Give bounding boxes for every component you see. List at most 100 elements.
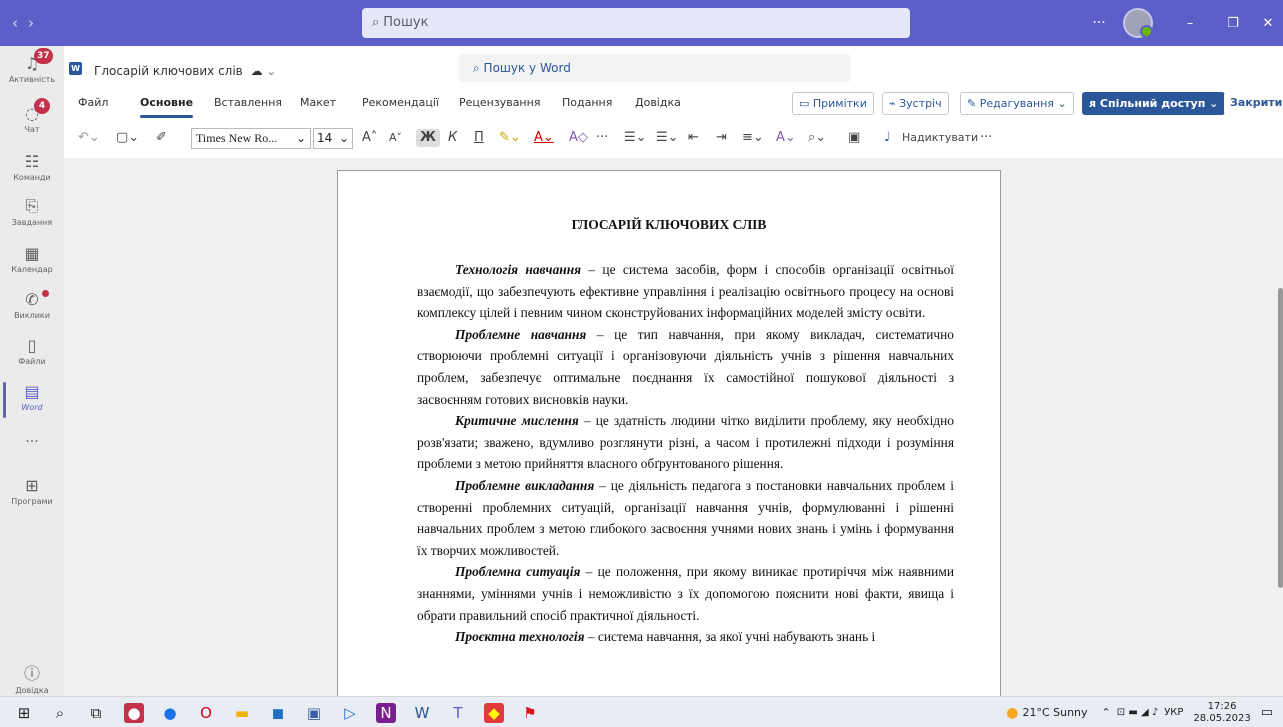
clock-time: 17:26: [1207, 700, 1237, 712]
sidebar-item-help[interactable]: ⓘ Довідка: [0, 660, 64, 695]
shrink-font-icon[interactable]: A˅: [389, 129, 402, 147]
share-button[interactable]: ᴙ Спільний доступ ⌄: [1082, 92, 1226, 115]
tab-review[interactable]: Рецензування: [459, 96, 540, 109]
entry-term: Критичне мислення: [455, 413, 579, 429]
entry-term: Проблемна ситуація: [455, 564, 581, 580]
notifications-icon[interactable]: ▭: [1261, 705, 1273, 720]
document-title[interactable]: Глосарій ключових слів ☁ ⌄: [94, 64, 276, 78]
search-icon[interactable]: ⌕: [50, 703, 70, 723]
meeting-button[interactable]: ⌁ Зустріч: [882, 92, 949, 115]
font-size-select[interactable]: 14 ⌄: [313, 128, 353, 149]
teams-icon[interactable]: T: [448, 703, 468, 723]
minimize-button[interactable]: –: [1167, 16, 1213, 31]
sidebar-item-calls[interactable]: ✆ Виклики: [0, 290, 64, 320]
explorer-icon[interactable]: ▬: [232, 703, 252, 723]
start-icon[interactable]: ⊞: [14, 703, 34, 723]
maximize-button[interactable]: ❐: [1213, 16, 1253, 31]
size-value: 14: [317, 131, 333, 145]
designer-icon[interactable]: ▣: [848, 129, 860, 147]
sidebar-item-activity[interactable]: ♫ 37 Активність: [0, 48, 64, 84]
chevron-up-icon[interactable]: ⌃: [1102, 706, 1111, 719]
underline-icon[interactable]: П: [474, 129, 484, 147]
edge-icon[interactable]: ●: [160, 703, 180, 723]
play-icon[interactable]: ▷: [340, 703, 360, 723]
page-body: Технологія навчання – це система засобів…: [417, 259, 954, 648]
onenote-icon[interactable]: N: [376, 703, 396, 723]
undo-icon[interactable]: ↶⌄: [78, 129, 100, 147]
editing-button[interactable]: ✎ Редагування ⌄: [960, 92, 1074, 115]
chat-icon: ◌: [25, 104, 39, 123]
paste-icon[interactable]: ▢⌄: [116, 129, 139, 147]
clock[interactable]: 17:26 28.05.2023: [1193, 701, 1250, 725]
tab-layout[interactable]: Макет: [300, 96, 336, 109]
sidebar-item-files[interactable]: ▯ Файли: [0, 336, 64, 366]
tab-recommendations[interactable]: Рекомендації: [362, 96, 439, 109]
sidebar-item-tasks[interactable]: ⎘ Завдання: [0, 196, 64, 227]
avatar[interactable]: [1123, 8, 1153, 38]
tab-home[interactable]: Основне: [140, 96, 194, 118]
font-color-icon[interactable]: A⌄: [534, 129, 554, 147]
sidebar-item-teams[interactable]: ☷ Команди: [0, 152, 64, 182]
bold-button[interactable]: Ж: [416, 129, 440, 147]
sidebar-item-label: Word: [21, 403, 43, 412]
sidebar-item-label: Календар: [11, 265, 53, 274]
close-doc-button[interactable]: Закрити: [1224, 92, 1283, 115]
font-family-select[interactable]: Times New Ro... ⌄: [191, 128, 311, 149]
sidebar-more[interactable]: ···: [0, 434, 64, 450]
tray-icons[interactable]: ⊡ ▬ ◢ ♪: [1117, 707, 1158, 718]
language-indicator[interactable]: УКР: [1164, 707, 1183, 718]
highlight-icon[interactable]: ✎⌄: [499, 129, 521, 147]
global-search-input[interactable]: ⌕ Пошук: [362, 8, 910, 38]
phone-icon: ✆: [25, 290, 39, 309]
microphone-icon[interactable]: ♩: [884, 129, 890, 147]
indent-icon[interactable]: ⇥: [716, 129, 727, 147]
more-icon: ···: [25, 434, 39, 450]
comments-button[interactable]: ▭ Примітки: [792, 92, 874, 115]
more-options-icon[interactable]: ···: [980, 129, 992, 147]
help-icon: ⓘ: [23, 664, 40, 683]
app-icon[interactable]: ●: [124, 703, 144, 723]
word-icon[interactable]: W: [412, 703, 432, 723]
calendar-icon: ▦: [24, 244, 40, 263]
outdent-icon[interactable]: ⇤: [688, 129, 699, 147]
tab-help[interactable]: Довідка: [635, 96, 681, 109]
more-options-icon[interactable]: ···: [1089, 15, 1109, 31]
tab-file[interactable]: Файл: [78, 96, 108, 109]
more-font-icon[interactable]: ···: [596, 129, 608, 147]
sidebar-item-word[interactable]: ▤ Word: [0, 382, 64, 418]
app-sidebar: ♫ 37 Активність ◌ 4 Чат ☷ Команди ⎘ Завд…: [0, 46, 64, 696]
italic-button[interactable]: К: [448, 129, 457, 147]
document-page[interactable]: ГЛОСАРІЙ КЛЮЧОВИХ СЛІВ Технологія навчан…: [337, 170, 1001, 696]
apps-icon: ⊞: [25, 476, 39, 495]
sidebar-item-calendar[interactable]: ▦ Календар: [0, 244, 64, 274]
app2-icon[interactable]: ◆: [484, 703, 504, 723]
store-icon[interactable]: ◼: [268, 703, 288, 723]
back-icon[interactable]: ‹: [12, 14, 28, 32]
sidebar-item-apps[interactable]: ⊞ Програми: [0, 476, 64, 506]
grow-font-icon[interactable]: A˄: [362, 129, 377, 147]
find-icon[interactable]: ⌕⌄: [808, 129, 826, 147]
word-search-input[interactable]: ⌕ Пошук у Word: [459, 54, 851, 82]
format-painter-icon[interactable]: ✐: [156, 129, 167, 147]
numbering-icon[interactable]: ☰⌄: [656, 129, 679, 147]
teams-icon: ☷: [24, 152, 40, 171]
chevron-down-icon: ⌄: [266, 64, 277, 78]
forward-icon[interactable]: ›: [28, 14, 44, 32]
sidebar-item-label: Чат: [24, 125, 40, 134]
styles-icon[interactable]: A⌄: [776, 129, 796, 147]
sidebar-item-chat[interactable]: ◌ 4 Чат: [0, 98, 64, 134]
pdf-icon[interactable]: ⚑: [520, 703, 540, 723]
save-icon[interactable]: ▣: [304, 703, 324, 723]
sidebar-item-label: Виклики: [14, 311, 50, 320]
clear-format-icon[interactable]: A◇: [569, 129, 588, 147]
task-view-icon[interactable]: ⧉: [86, 703, 106, 723]
tab-view[interactable]: Подання: [562, 96, 612, 109]
opera-icon[interactable]: O: [196, 703, 216, 723]
bullets-icon[interactable]: ☰⌄: [624, 129, 647, 147]
align-icon[interactable]: ≡⌄: [742, 129, 764, 147]
tab-insert[interactable]: Вставлення: [214, 96, 282, 109]
weather-text[interactable]: 21°C Sunny: [1022, 706, 1087, 719]
close-button[interactable]: ✕: [1253, 16, 1283, 31]
dictate-button[interactable]: Надиктувати: [902, 129, 978, 147]
vertical-scrollbar[interactable]: [1278, 288, 1283, 588]
